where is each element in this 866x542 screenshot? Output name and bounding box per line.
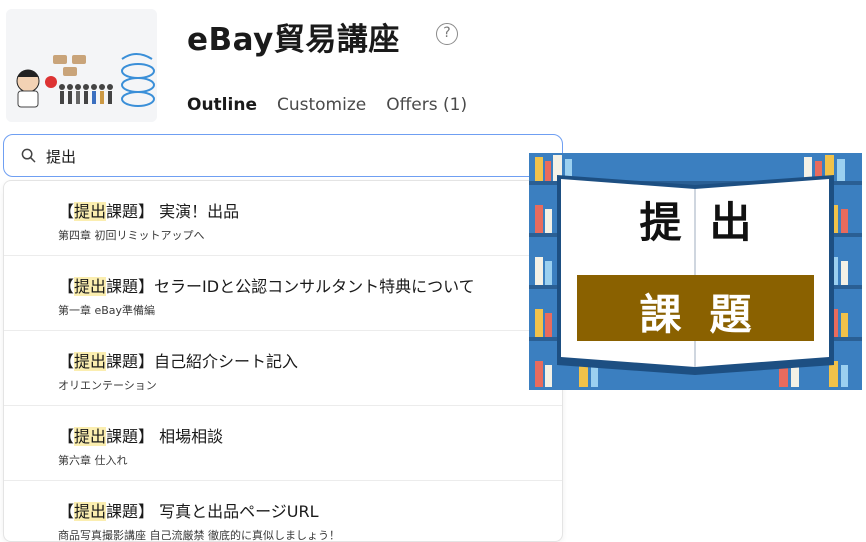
result-highlight: 提出 bbox=[74, 202, 107, 221]
result-chapter: 第一章 eBay準備編 bbox=[58, 304, 156, 317]
search-icon bbox=[21, 148, 36, 163]
result-title-rest: 課題】自己紹介シート記入 bbox=[106, 352, 299, 371]
result-title-prefix: 【 bbox=[58, 202, 75, 221]
result-highlight: 提出 bbox=[74, 352, 107, 371]
result-title-prefix: 【 bbox=[58, 427, 75, 446]
result-title: 【提出課題】 写真と出品ページURL bbox=[58, 498, 562, 522]
course-title: eBay貿易講座 bbox=[187, 22, 400, 58]
search-results-dropdown: 【提出課題】 実演！出品 第四章 初回リミットアップへ 【提出課題】セラーIDと… bbox=[3, 180, 563, 542]
search-result-item[interactable]: 【提出課題】 相場相談 第六章 仕入れ bbox=[4, 406, 562, 481]
result-highlight: 提出 bbox=[74, 427, 107, 446]
search-result-item[interactable]: 【提出課題】自己紹介シート記入 オリエンテーション bbox=[4, 331, 562, 406]
result-title-rest: 課題】セラーIDと公認コンサルタント特典について bbox=[106, 277, 475, 296]
result-highlight: 提出 bbox=[74, 277, 107, 296]
result-title: 【提出課題】セラーIDと公認コンサルタント特典について bbox=[58, 273, 562, 297]
banner-title-bottom: 課題 bbox=[639, 290, 780, 339]
result-title-prefix: 【 bbox=[58, 502, 75, 521]
course-thumbnail-illustration bbox=[6, 9, 157, 122]
result-chapter: 商品写真撮影講座 自己流厳禁 徹底的に真似しましょう！ bbox=[58, 529, 340, 542]
lesson-banner-image: 提出 課題 bbox=[529, 153, 862, 390]
search-input[interactable] bbox=[46, 144, 526, 168]
search-result-item[interactable]: 【提出課題】 写真と出品ページURL 商品写真撮影講座 自己流厳禁 徹底的に真似… bbox=[4, 481, 562, 542]
question-circle-icon[interactable]: ? bbox=[436, 23, 458, 45]
result-chapter: オリエンテーション bbox=[58, 379, 157, 392]
search-result-item[interactable]: 【提出課題】 実演！出品 第四章 初回リミットアップへ bbox=[4, 181, 562, 256]
search-box bbox=[3, 134, 563, 177]
result-title-rest: 課題】 実演！出品 bbox=[106, 202, 240, 221]
result-highlight: 提出 bbox=[74, 502, 107, 521]
search-result-item[interactable]: 【提出課題】セラーIDと公認コンサルタント特典について 第一章 eBay準備編 bbox=[4, 256, 562, 331]
result-title: 【提出課題】 相場相談 bbox=[58, 423, 562, 447]
result-title-rest: 課題】 写真と出品ページURL bbox=[106, 502, 319, 521]
result-title-rest: 課題】 相場相談 bbox=[106, 427, 224, 446]
course-tabs: Outline Customize Offers (1) bbox=[187, 95, 467, 115]
course-thumbnail bbox=[6, 9, 157, 122]
result-chapter: 第六章 仕入れ bbox=[58, 454, 128, 467]
result-chapter: 第四章 初回リミットアップへ bbox=[58, 229, 205, 242]
result-title-prefix: 【 bbox=[58, 277, 75, 296]
tab-customize[interactable]: Customize bbox=[277, 95, 366, 115]
result-title: 【提出課題】自己紹介シート記入 bbox=[58, 348, 562, 372]
banner-title-top: 提出 bbox=[639, 198, 780, 247]
result-title: 【提出課題】 実演！出品 bbox=[58, 198, 562, 222]
tab-offers[interactable]: Offers (1) bbox=[386, 95, 467, 115]
result-title-prefix: 【 bbox=[58, 352, 75, 371]
tab-outline[interactable]: Outline bbox=[187, 95, 257, 115]
